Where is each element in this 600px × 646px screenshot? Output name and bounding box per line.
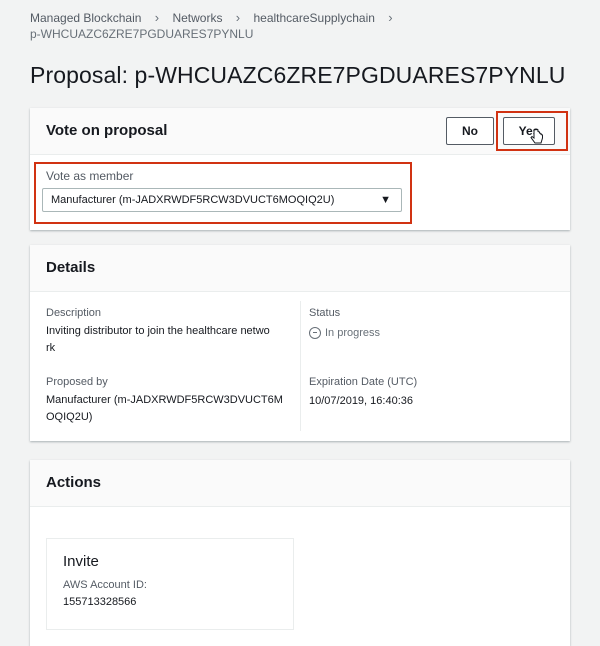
vote-panel-title: Vote on proposal [46,122,168,139]
no-button[interactable]: No [446,117,494,145]
description-label: Description [46,307,102,319]
expiration-value: 10/07/2019, 16:40:36 [309,395,413,407]
breadcrumb-managed-blockchain[interactable]: Managed Blockchain [30,11,141,25]
breadcrumb-network-name[interactable]: healthcareSupplychain [253,11,374,25]
vote-panel: Vote on proposal No Yes Vote as member M… [30,108,570,230]
chevron-right-icon: › [235,10,241,25]
description-value-line1: Inviting distributor to join the healthc… [46,325,270,337]
member-select-value: Manufacturer (m-JADXRWDF5RCW3DVUCT6MOQIQ… [51,194,335,206]
in-progress-status-icon [309,327,321,340]
status-label: Status [309,307,341,319]
description-value: Inviting distributor to join the healthc… [46,323,296,357]
aws-account-id-label: AWS Account ID: [63,579,147,591]
actions-panel: Actions Invite AWS Account ID: 155713328… [30,460,570,646]
proposed-by-line1: Manufacturer (m-JADXRWDF5RCW3DVUCT6M [46,394,283,406]
actions-panel-title: Actions [46,474,102,491]
vote-as-member-label: Vote as member [46,169,134,183]
actions-panel-header: Actions [30,460,570,507]
aws-account-id-value: 155713328566 [63,596,137,608]
vote-panel-header: Vote on proposal No Yes [30,108,570,155]
status-value: In progress [309,325,380,342]
invite-card-title: Invite [63,553,99,570]
dropdown-caret-icon: ▼ [380,194,391,206]
details-panel: Details Description Inviting distributor… [30,245,570,441]
breadcrumb-current: p-WHCUAZC6ZRE7PGDUARES7PYNLU [30,27,254,41]
breadcrumb-networks[interactable]: Networks [172,11,222,25]
breadcrumb: Managed Blockchain › Networks › healthca… [30,10,570,42]
proposed-by-value: Manufacturer (m-JADXRWDF5RCW3DVUCT6M OQI… [46,392,296,426]
status-text: In progress [325,327,381,339]
details-panel-title: Details [46,259,96,276]
chevron-right-icon: › [388,10,393,25]
details-divider [300,301,301,431]
proposed-by-label: Proposed by [46,376,108,388]
invite-card: Invite AWS Account ID: 155713328566 [46,538,294,630]
proposed-by-line2: OQIQ2U) [46,411,93,423]
page-title: Proposal: p-WHCUAZC6ZRE7PGDUARES7PYNLU [30,62,566,88]
chevron-right-icon: › [154,10,160,25]
pointer-cursor-icon [530,129,543,144]
member-select[interactable]: Manufacturer (m-JADXRWDF5RCW3DVUCT6MOQIQ… [42,188,402,212]
expiration-label: Expiration Date (UTC) [309,376,418,388]
description-value-line2: rk [46,342,56,354]
details-panel-header: Details [30,245,570,292]
